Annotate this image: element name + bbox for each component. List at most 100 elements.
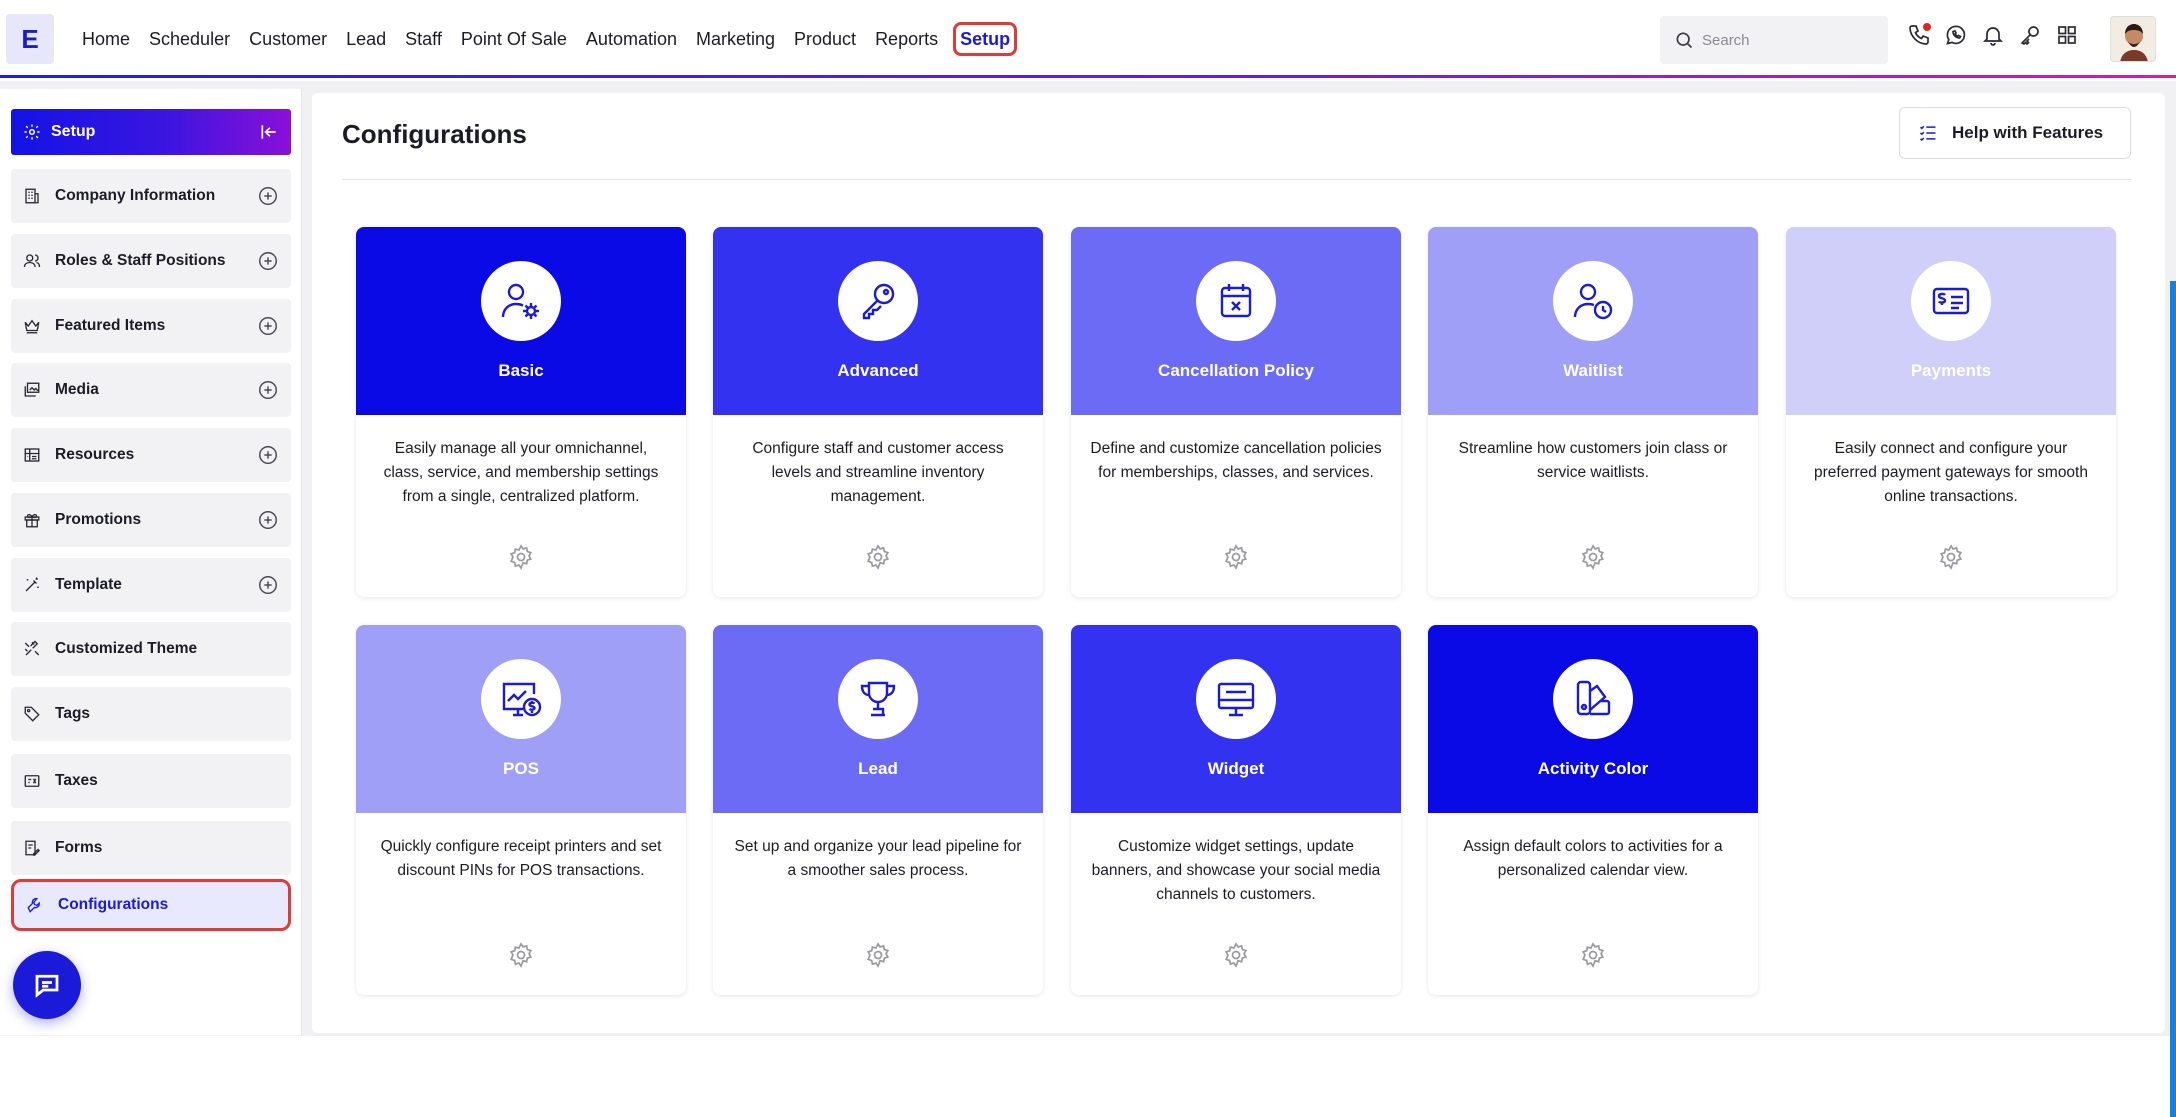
card-description: Assign default colors to activities for … xyxy=(1463,838,1723,879)
card-icon-circle xyxy=(1911,261,1991,341)
config-card-payments[interactable]: Payments Easily connect and configure yo… xyxy=(1786,227,2116,597)
nav-home[interactable]: Home xyxy=(82,27,130,51)
sidebar-item-forms[interactable]: Forms xyxy=(11,821,291,875)
config-card-basic[interactable]: Basic Easily manage all your omnichannel… xyxy=(356,227,686,597)
config-card-advanced[interactable]: Advanced Configure staff and customer ac… xyxy=(713,227,1043,597)
card-header: Advanced xyxy=(713,227,1043,415)
setup-sidebar: Setup Company Information Roles & Staff … xyxy=(0,89,302,1035)
sidebar-item-tags[interactable]: Tags xyxy=(11,687,291,741)
nav-customer[interactable]: Customer xyxy=(249,27,327,51)
expand-plus-icon[interactable] xyxy=(257,185,279,207)
sidebar-item-company-information[interactable]: Company Information xyxy=(11,169,291,223)
settings-gear-icon[interactable] xyxy=(864,543,892,571)
media-icon xyxy=(24,382,40,397)
config-card-cancellation-policy[interactable]: Cancellation Policy Define and customize… xyxy=(1071,227,1401,597)
app-shell: Setup Company Information Roles & Staff … xyxy=(0,81,2176,1117)
page-scrollbar[interactable] xyxy=(2170,281,2176,1117)
card-header: Lead xyxy=(713,625,1043,813)
expand-plus-icon[interactable] xyxy=(257,250,279,272)
config-card-widget[interactable]: Widget Customize widget settings, update… xyxy=(1071,625,1401,995)
card-header: Activity Color xyxy=(1428,625,1758,813)
card-icon-circle xyxy=(481,659,561,739)
config-card-waitlist[interactable]: Waitlist Streamline how customers join c… xyxy=(1428,227,1758,597)
sidebar-title: Setup xyxy=(51,123,96,140)
card-title: Waitlist xyxy=(1563,361,1623,380)
config-card-pos[interactable]: POS Quickly configure receipt printers a… xyxy=(356,625,686,995)
user-clock-icon xyxy=(1573,283,1613,320)
bell-icon[interactable] xyxy=(1980,22,2006,48)
sidebar-item-featured-items[interactable]: Featured Items xyxy=(11,299,291,353)
sidebar-item-promotions[interactable]: Promotions xyxy=(11,493,291,547)
app-logo[interactable]: E xyxy=(6,14,54,64)
sidebar-item-label: Company Information xyxy=(55,187,216,204)
building-icon xyxy=(25,188,39,204)
whatsapp-icon[interactable] xyxy=(1943,22,1969,48)
sidebar-item-label: Media xyxy=(55,381,99,398)
card-title: Widget xyxy=(1207,759,1265,778)
settings-gear-icon[interactable] xyxy=(1937,543,1965,571)
pos-monitor-icon xyxy=(502,682,542,717)
nav-marketing[interactable]: Marketing xyxy=(696,27,775,51)
nav-product[interactable]: Product xyxy=(794,27,856,51)
sidebar-item-media[interactable]: Media xyxy=(11,363,291,417)
apps-grid-icon[interactable] xyxy=(2054,22,2080,48)
nav-scheduler[interactable]: Scheduler xyxy=(149,27,230,51)
search-box[interactable] xyxy=(1660,16,1888,64)
settings-gear-icon[interactable] xyxy=(1222,941,1250,969)
wand-icon xyxy=(25,577,39,592)
settings-gear-icon[interactable] xyxy=(507,941,535,969)
nav-reports[interactable]: Reports xyxy=(875,27,938,51)
expand-plus-icon[interactable] xyxy=(257,574,279,596)
nav-staff[interactable]: Staff xyxy=(405,27,442,51)
settings-gear-icon[interactable] xyxy=(1579,941,1607,969)
settings-gear-icon[interactable] xyxy=(864,941,892,969)
notification-dot xyxy=(1923,23,1931,31)
top-icon-bar xyxy=(1906,22,2091,48)
card-description: Easily connect and configure your prefer… xyxy=(1814,440,2088,505)
help-button-label: Help with Features xyxy=(1952,123,2104,142)
sidebar-header: Setup xyxy=(11,109,291,155)
wrench-icon xyxy=(27,897,40,913)
sidebar-item-template[interactable]: Template xyxy=(11,558,291,612)
sidebar-item-roles-staff-positions[interactable]: Roles & Staff Positions xyxy=(11,234,291,288)
nav-lead[interactable]: Lead xyxy=(346,27,386,51)
nav-automation[interactable]: Automation xyxy=(586,27,677,51)
card-icon-circle xyxy=(838,659,918,739)
settings-gear-icon[interactable] xyxy=(1222,543,1250,571)
expand-plus-icon[interactable] xyxy=(257,379,279,401)
sidebar-item-resources[interactable]: Resources xyxy=(11,428,291,482)
expand-plus-icon[interactable] xyxy=(257,315,279,337)
sidebar-item-customized-theme[interactable]: Customized Theme xyxy=(11,622,291,676)
tag-icon xyxy=(24,706,40,722)
settings-gear-icon[interactable] xyxy=(1579,543,1607,571)
collapse-sidebar-icon[interactable] xyxy=(259,122,279,142)
sidebar-item-configurations[interactable]: Configurations xyxy=(11,879,291,931)
sidebar-item-label: Tags xyxy=(55,705,91,722)
search-input[interactable] xyxy=(1702,31,1882,49)
card-header: POS xyxy=(356,625,686,813)
card-icon-circle xyxy=(1553,261,1633,341)
chat-support-button[interactable] xyxy=(13,951,81,1019)
expand-plus-icon[interactable] xyxy=(257,444,279,466)
config-card-lead[interactable]: Lead Set up and organize your lead pipel… xyxy=(713,625,1043,995)
chat-icon xyxy=(35,974,59,998)
card-header: Cancellation Policy xyxy=(1071,227,1401,415)
help-with-features-button[interactable]: Help with Features xyxy=(1899,107,2131,159)
card-title: Lead xyxy=(858,759,898,778)
main-nav: Home Scheduler Customer Lead Staff Point… xyxy=(82,0,1036,78)
tax-icon xyxy=(24,775,40,787)
nav-setup[interactable]: Setup xyxy=(953,22,1018,56)
key-icon[interactable] xyxy=(2017,22,2043,48)
user-avatar[interactable] xyxy=(2110,16,2156,62)
phone-icon[interactable] xyxy=(1906,22,1932,48)
config-card-activity-color[interactable]: Activity Color Assign default colors to … xyxy=(1428,625,1758,995)
sidebar-item-taxes[interactable]: Taxes xyxy=(11,754,291,808)
card-header: Waitlist xyxy=(1428,227,1758,415)
nav-point-of-sale[interactable]: Point Of Sale xyxy=(461,27,567,51)
sidebar-item-label: Forms xyxy=(55,839,103,856)
expand-plus-icon[interactable] xyxy=(257,509,279,531)
top-navbar: E Home Scheduler Customer Lead Staff Poi… xyxy=(0,0,2176,78)
crown-icon xyxy=(24,319,40,334)
key-icon xyxy=(862,283,895,320)
settings-gear-icon[interactable] xyxy=(507,543,535,571)
